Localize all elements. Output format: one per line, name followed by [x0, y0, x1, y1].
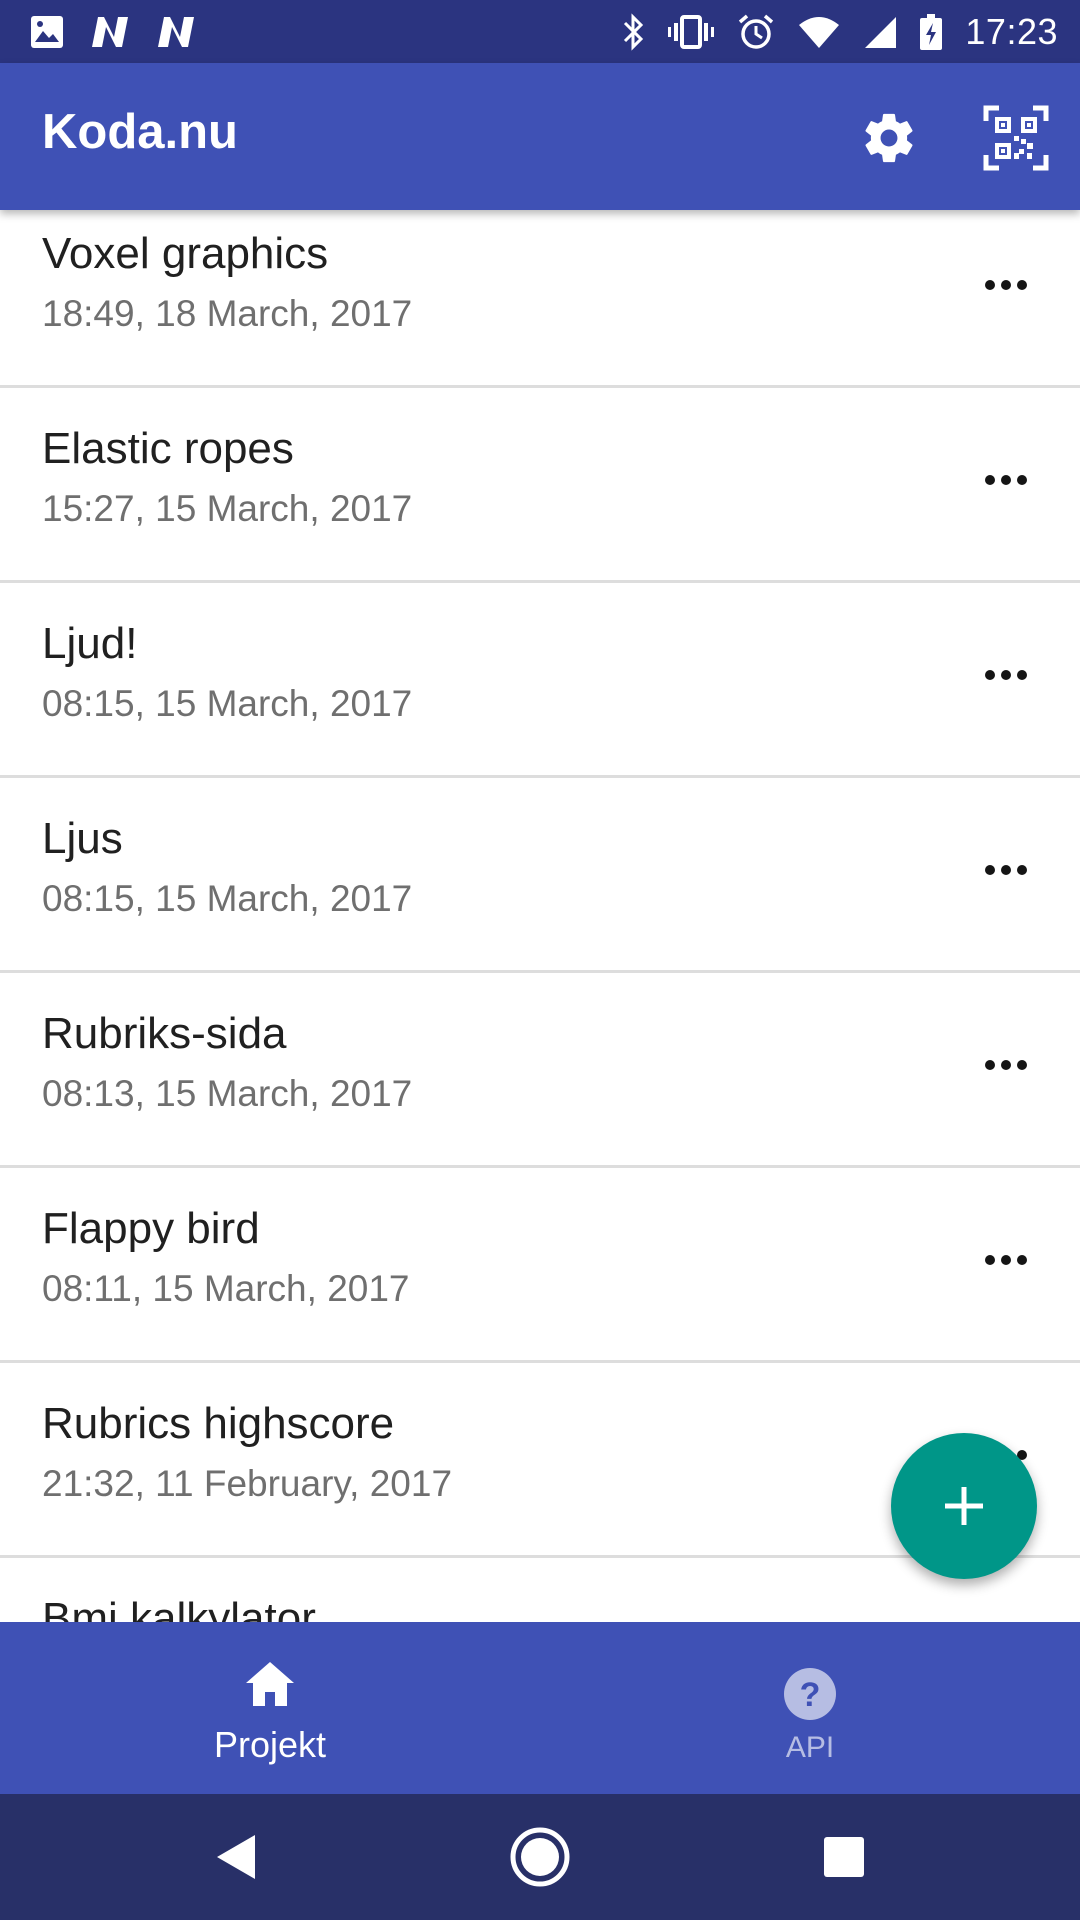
more-options-button[interactable] [968, 1230, 1044, 1290]
project-title: Elastic ropes [42, 424, 294, 473]
help-circle-icon: ? [784, 1668, 836, 1720]
more-options-button[interactable] [968, 840, 1044, 900]
back-icon [217, 1835, 255, 1879]
nav-item-api[interactable]: ? API [540, 1622, 1080, 1794]
project-item[interactable]: Elastic ropes 15:27, 15 March, 2017 [0, 388, 1080, 583]
bluetooth-icon [621, 12, 645, 51]
system-home-button[interactable] [503, 1820, 577, 1894]
project-title: Rubrics highscore [42, 1399, 395, 1448]
more-horizontal-icon [985, 865, 1027, 875]
project-item[interactable]: Voxel graphics 18:49, 18 March, 2017 [0, 210, 1080, 388]
status-bar: 17:23 [0, 0, 1080, 63]
project-item[interactable]: Flappy bird 08:11, 15 March, 2017 [0, 1168, 1080, 1363]
project-date: 08:11, 15 March, 2017 [42, 1268, 410, 1309]
project-title: Voxel graphics [42, 229, 329, 278]
home-circle-icon [510, 1827, 570, 1887]
app-bar: Koda.nu [0, 63, 1080, 210]
project-item[interactable]: Rubriks-sida 08:13, 15 March, 2017 [0, 973, 1080, 1168]
more-horizontal-icon [985, 1255, 1027, 1265]
vibrate-icon [667, 14, 715, 50]
system-navigation-bar [0, 1794, 1080, 1920]
settings-button[interactable] [854, 103, 924, 173]
project-date: 08:15, 15 March, 2017 [42, 683, 413, 724]
system-recents-button[interactable] [807, 1820, 881, 1894]
n-logo-icon [156, 15, 196, 49]
project-date: 08:15, 15 March, 2017 [42, 878, 413, 919]
project-title: Flappy bird [42, 1204, 260, 1253]
image-icon [30, 15, 64, 49]
plus-icon [945, 1487, 983, 1525]
system-status-icons: 17:23 [621, 11, 1058, 53]
more-options-button[interactable] [968, 450, 1044, 510]
more-options-button[interactable] [968, 255, 1044, 315]
add-project-button[interactable] [891, 1433, 1037, 1579]
more-options-button[interactable] [968, 1035, 1044, 1095]
signal-icon [863, 15, 897, 49]
more-horizontal-icon [985, 670, 1027, 680]
more-options-button[interactable] [968, 645, 1044, 705]
project-item[interactable]: Bmi kalkylator [0, 1558, 1080, 1622]
n-logo-icon [90, 15, 130, 49]
project-date: 08:13, 15 March, 2017 [42, 1073, 413, 1114]
project-item[interactable]: Ljus 08:15, 15 March, 2017 [0, 778, 1080, 973]
project-title: Ljud! [42, 619, 138, 668]
status-time: 17:23 [965, 10, 1058, 52]
home-icon [246, 1662, 294, 1706]
project-date: 21:32, 11 February, 2017 [42, 1463, 453, 1504]
app-title: Koda.nu [42, 105, 238, 159]
project-title: Rubriks-sida [42, 1009, 287, 1058]
qr-scan-button[interactable] [981, 103, 1051, 173]
svg-text:?: ? [800, 1676, 821, 1714]
nav-label-projekt: Projekt [213, 1724, 327, 1765]
more-horizontal-icon [985, 280, 1027, 290]
nav-label-api: API [785, 1731, 835, 1764]
project-title: Ljus [42, 814, 123, 863]
project-item[interactable]: Ljud! 08:15, 15 March, 2017 [0, 583, 1080, 778]
more-horizontal-icon [985, 475, 1027, 485]
bottom-navigation: Projekt ? API [0, 1622, 1080, 1794]
notification-icons [30, 15, 196, 49]
project-date: 18:49, 18 March, 2017 [42, 293, 413, 334]
wifi-icon [797, 15, 841, 49]
qr-code-icon [983, 105, 1049, 171]
recents-icon [824, 1837, 864, 1877]
nav-item-projekt[interactable]: Projekt [0, 1622, 540, 1794]
alarm-icon [737, 13, 775, 51]
system-back-button[interactable] [199, 1820, 273, 1894]
project-title: Bmi kalkylator [42, 1594, 316, 1622]
project-list[interactable]: Voxel graphics 18:49, 18 March, 2017 Ela… [0, 210, 1080, 1622]
gear-icon [865, 113, 913, 163]
project-date: 15:27, 15 March, 2017 [42, 488, 413, 529]
more-horizontal-icon [985, 1060, 1027, 1070]
battery-charging-icon [919, 13, 943, 51]
